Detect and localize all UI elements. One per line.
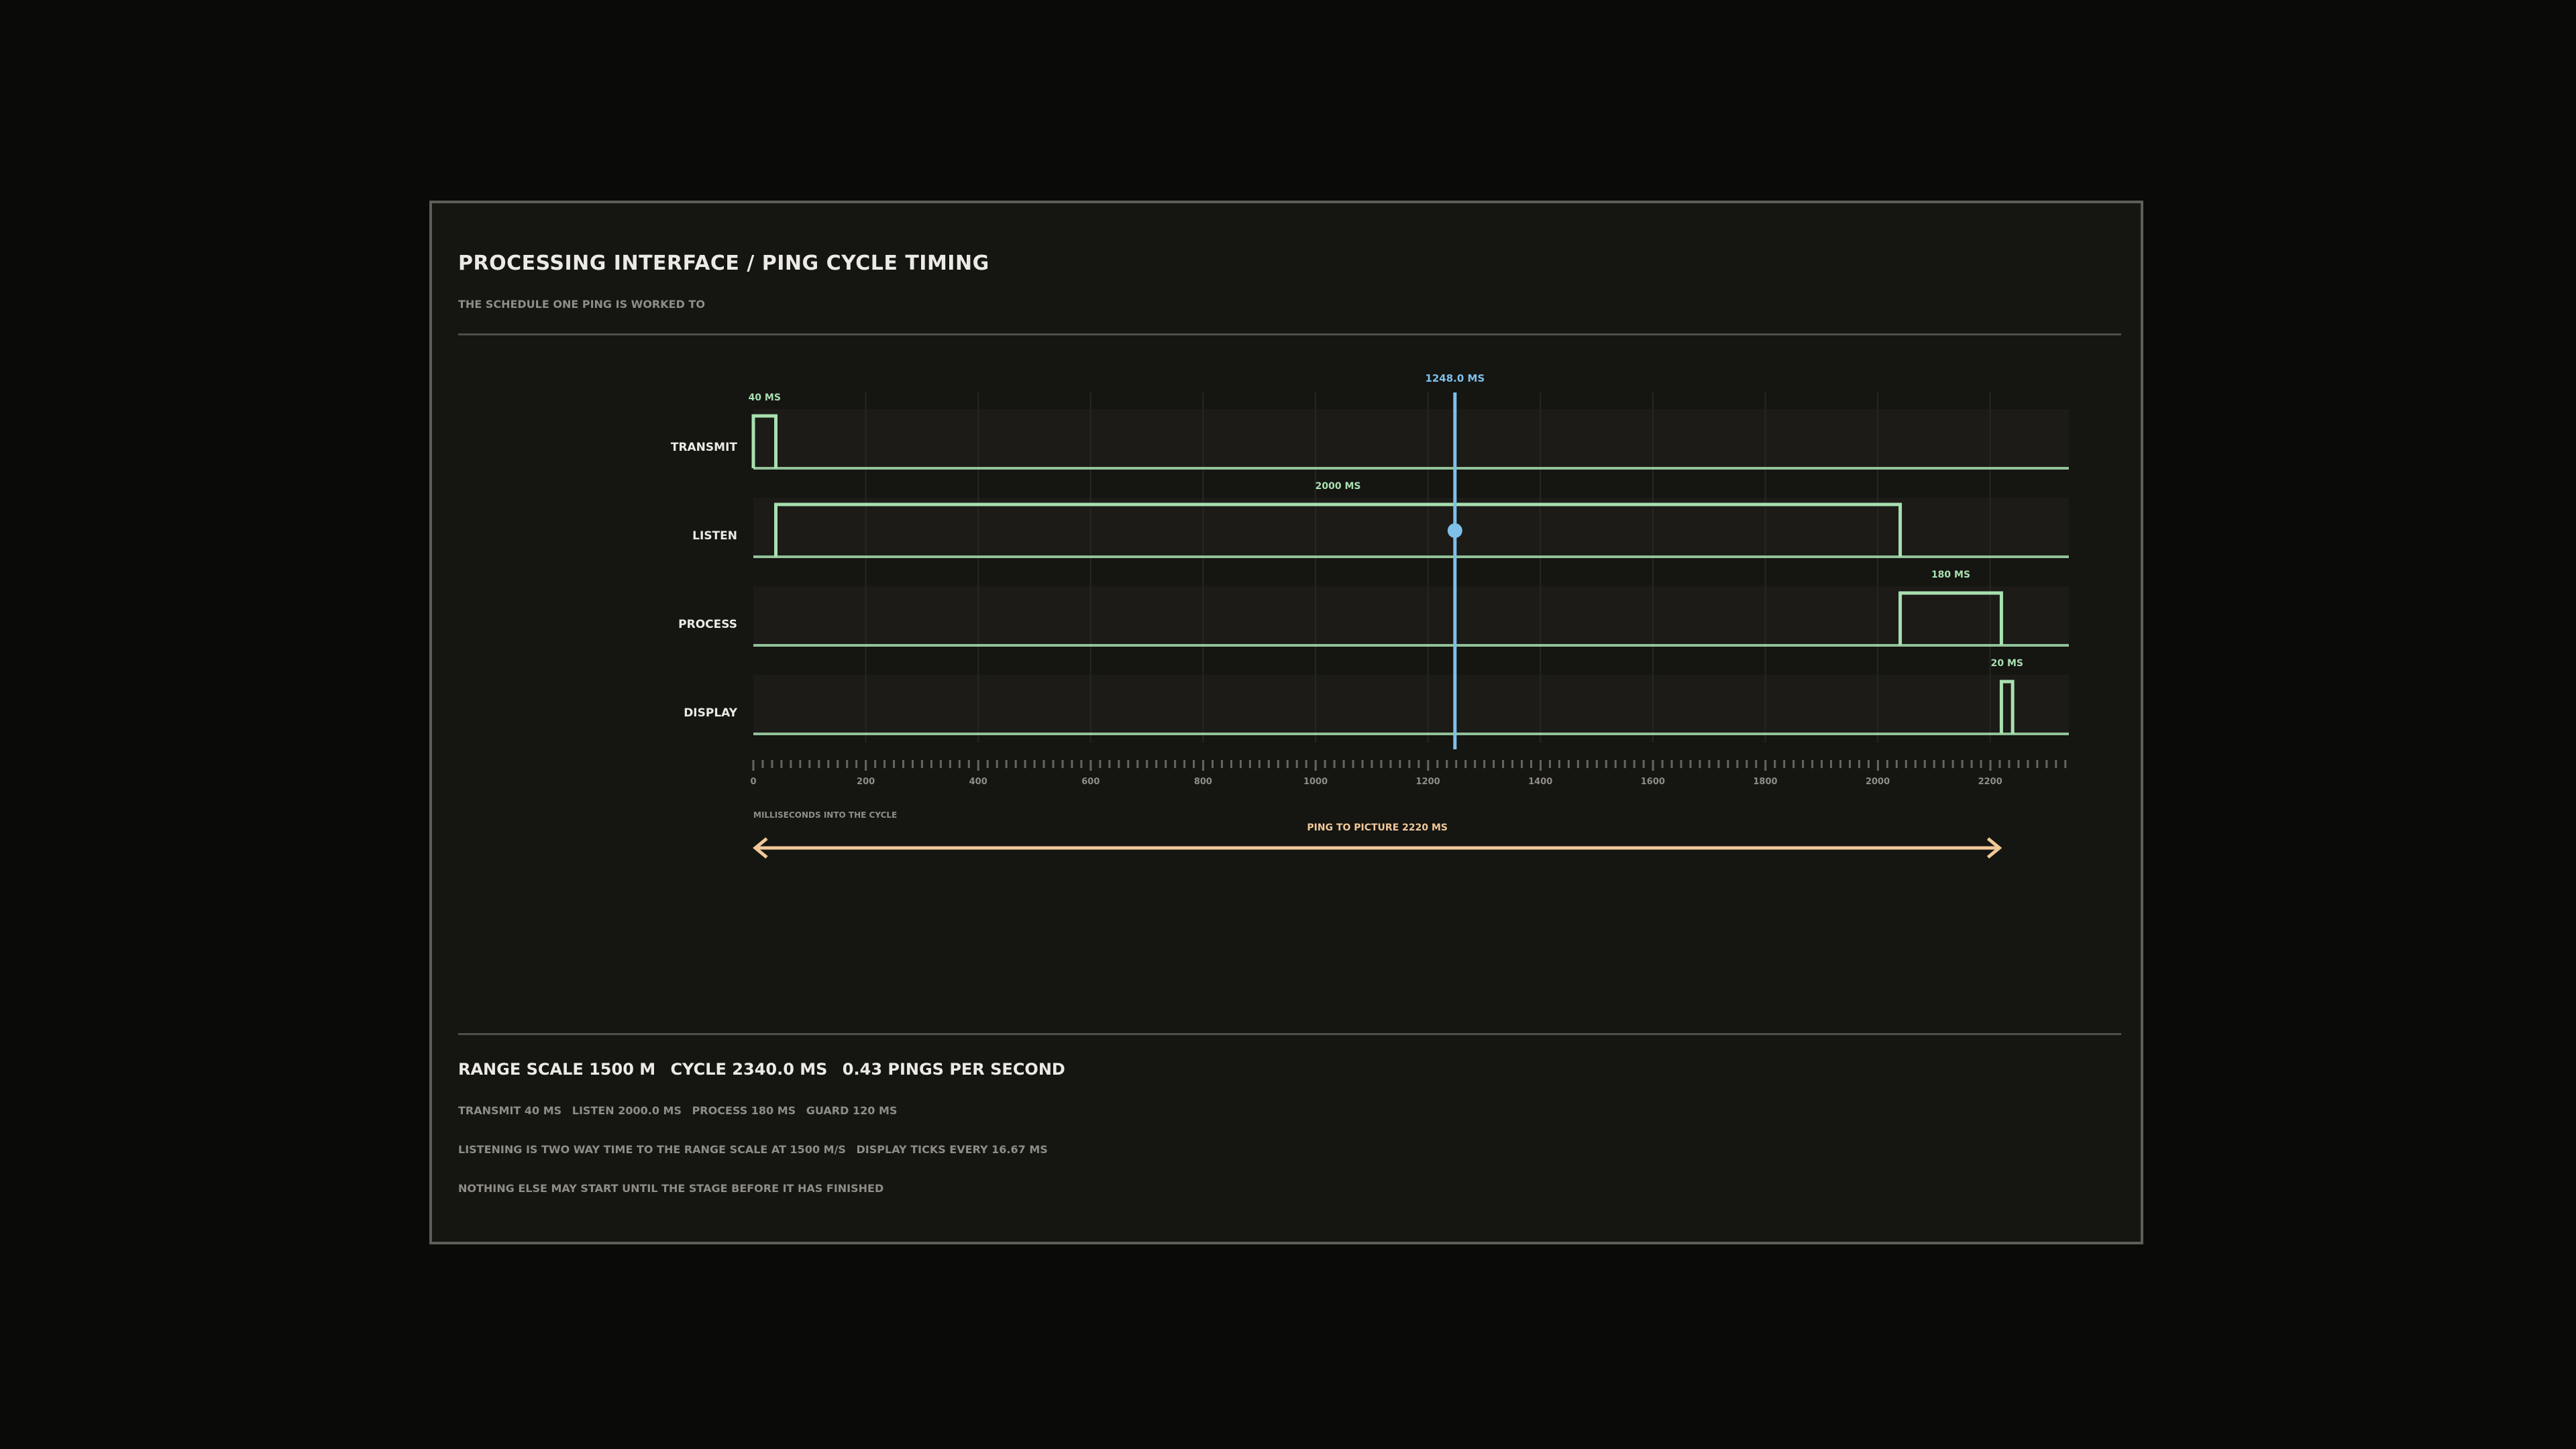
listening-note: LISTENING IS TWO WAY TIME TO THE RANGE S… bbox=[458, 1143, 1055, 1156]
tick-label: 2200 bbox=[1978, 777, 2002, 787]
tick-label: 1600 bbox=[1641, 777, 1665, 787]
tick-label: 200 bbox=[857, 777, 875, 787]
row-label-display: DISPLAY bbox=[684, 706, 738, 720]
pulse-label-transmit: 40 MS bbox=[749, 392, 781, 403]
pulse-label-process: 180 MS bbox=[1931, 570, 1970, 580]
timing-chart: 40 MS TRANSMIT 2000 MS LISTEN 180 MS PROCESS 2… bbox=[671, 372, 2069, 859]
lane-display bbox=[753, 675, 2069, 734]
tick-label: 2000 bbox=[1866, 777, 1890, 787]
tick-label: 600 bbox=[1081, 777, 1099, 787]
pulse-label-listen: 2000 MS bbox=[1316, 481, 1361, 492]
footer-divider bbox=[458, 1033, 2121, 1035]
tick-label: 800 bbox=[1194, 777, 1212, 787]
span-label: PING TO PICTURE 2220 MS bbox=[1307, 822, 1448, 833]
row-label-process: PROCESS bbox=[678, 618, 737, 631]
cursor-marker bbox=[1447, 523, 1462, 538]
row-label-listen: LISTEN bbox=[692, 529, 737, 543]
cursor-label: 1248.0 MS bbox=[1425, 372, 1485, 384]
timing-transmit: TRANSMIT 40 MS bbox=[458, 1104, 562, 1117]
sequencing-note: NOTHING ELSE MAY START UNTIL THE STAGE B… bbox=[458, 1182, 884, 1195]
lane-listen bbox=[753, 498, 2069, 557]
note-listening: LISTENING IS TWO WAY TIME TO THE RANGE S… bbox=[458, 1143, 846, 1156]
stat-range-scale: RANGE SCALE 1500 M bbox=[458, 1060, 656, 1079]
tick-label: 1800 bbox=[1753, 777, 1777, 787]
tick-label: 0 bbox=[750, 777, 756, 787]
lane-process bbox=[753, 586, 2069, 645]
stat-cycle: CYCLE 2340.0 MS bbox=[670, 1060, 828, 1079]
row-label-transmit: TRANSMIT bbox=[671, 441, 738, 454]
tick-label: 1000 bbox=[1303, 777, 1328, 787]
tick-label: 1200 bbox=[1416, 777, 1440, 787]
tick-label: 1400 bbox=[1528, 777, 1552, 787]
summary-stats: RANGE SCALE 1500 M CYCLE 2340.0 MS 0.43 … bbox=[458, 1060, 1075, 1079]
x-axis-label: MILLISECONDS INTO THE CYCLE bbox=[753, 810, 897, 820]
stage-timings: TRANSMIT 40 MS LISTEN 2000.0 MS PROCESS … bbox=[458, 1104, 904, 1117]
timing-process: PROCESS 180 MS bbox=[692, 1104, 796, 1117]
tick-label: 400 bbox=[969, 777, 987, 787]
timing-guard: GUARD 120 MS bbox=[806, 1104, 898, 1117]
lane-transmit bbox=[753, 409, 2069, 468]
timing-panel: PROCESSING INTERFACE / PING CYCLE TIMING… bbox=[429, 201, 2143, 1244]
pulse-label-display: 20 MS bbox=[1991, 658, 2023, 669]
stat-ping-rate: 0.43 PINGS PER SECOND bbox=[842, 1060, 1065, 1079]
timing-listen: LISTEN 2000.0 MS bbox=[572, 1104, 682, 1117]
note-display-ticks: DISPLAY TICKS EVERY 16.67 MS bbox=[856, 1143, 1048, 1156]
